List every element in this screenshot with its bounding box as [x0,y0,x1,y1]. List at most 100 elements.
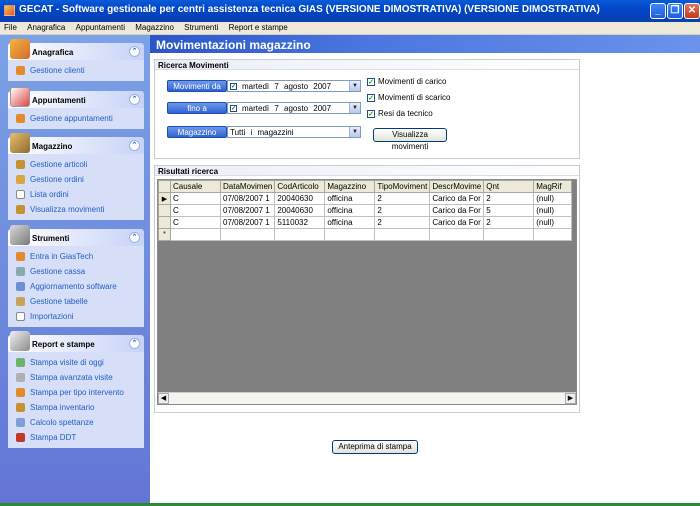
chevron-down-icon[interactable]: ▼ [349,103,360,113]
checkbox-checked-icon[interactable]: ✓ [367,110,375,118]
table-cell[interactable]: officina [324,204,376,217]
column-header[interactable]: CodArticolo [274,180,326,193]
column-header[interactable]: Causale [170,180,221,193]
checkbox-checked-icon[interactable]: ✓ [367,78,375,86]
table-cell[interactable]: 2 [374,204,431,217]
table-cell[interactable] [170,228,221,241]
table-cell[interactable] [483,228,535,241]
table-cell[interactable]: 5110032 [274,216,326,229]
sidebar-item-importazioni[interactable]: Importazioni [8,309,144,324]
table-cell[interactable]: C [170,204,221,217]
anteprima-stampa-button[interactable]: Anteprima di stampa [332,440,418,454]
table-cell[interactable] [274,228,326,241]
column-header[interactable]: DataMovimen [219,180,276,193]
table-cell[interactable]: (null) [533,204,573,217]
visualizza-movimenti-button[interactable]: Visualizza movimenti [373,128,447,151]
collapse-icon[interactable]: ⌃ [129,140,140,151]
menu-magazzino[interactable]: Magazzino [131,22,178,33]
horizontal-scrollbar[interactable]: ◀ ▶ [158,392,576,404]
to-date-picker[interactable]: ✓ martedì 7 agosto 2007 ▼ [227,102,361,114]
group-header-magazzino[interactable]: Magazzino ⌃ [8,133,144,154]
sidebar-item-lista-ordini[interactable]: Lista ordini [8,187,144,202]
table-row[interactable]: C 07/08/2007 1 5110032 officina 2 Carico… [158,216,573,229]
from-date-checkbox[interactable]: ✓ [230,83,237,90]
to-date-button[interactable]: fino a [167,102,227,114]
table-cell[interactable]: 2 [374,216,431,229]
sidebar-item-entra-giastech[interactable]: Entra in GiasTech [8,249,144,264]
collapse-icon[interactable]: ⌃ [129,338,140,349]
table-cell[interactable] [429,228,485,241]
sidebar-item-gestione-cassa[interactable]: Gestione cassa [8,264,144,279]
table-cell[interactable]: 2 [483,192,535,205]
table-cell[interactable]: 07/08/2007 1 [219,192,276,205]
column-header[interactable]: DescrMovime [429,180,485,193]
table-cell[interactable]: 20040630 [274,204,326,217]
collapse-icon[interactable]: ⌃ [129,94,140,105]
menu-anagrafica[interactable]: Anagrafica [23,22,69,33]
sidebar-item-stampa-avanzata-visite[interactable]: Stampa avanzata visite [8,370,144,385]
table-cell[interactable]: Carico da For [429,192,485,205]
from-date-button[interactable]: Movimenti da [167,80,227,92]
table-cell[interactable] [324,228,376,241]
table-cell[interactable] [374,228,431,241]
sidebar-item-stampa-visite-oggi[interactable]: Stampa visite di oggi [8,355,144,370]
sidebar-item-gestione-articoli[interactable]: Gestione articoli [8,157,144,172]
checkbox-checked-icon[interactable]: ✓ [367,94,375,102]
sidebar-item-gestione-clienti[interactable]: Gestione clienti [8,63,144,78]
table-cell[interactable]: 5 [483,204,535,217]
from-date-picker[interactable]: ✓ martedì 7 agosto 2007 ▼ [227,80,361,92]
group-header-strumenti[interactable]: Strumenti ⌃ [8,225,144,246]
close-button[interactable]: ✕ [684,3,700,19]
column-header[interactable]: TipoMoviment [374,180,431,193]
sidebar-item-gestione-ordini[interactable]: Gestione ordini [8,172,144,187]
sidebar-item-stampa-tipo-intervento[interactable]: Stampa per tipo intervento [8,385,144,400]
collapse-icon[interactable]: ⌃ [129,46,140,57]
sidebar-item-stampa-ddt[interactable]: Stampa DDT [8,430,144,445]
menu-appuntamenti[interactable]: Appuntamenti [72,22,129,33]
sidebar-item-stampa-inventario[interactable]: Stampa inventario [8,400,144,415]
chevron-down-icon[interactable]: ▼ [349,81,360,91]
column-header[interactable]: MagRif [533,180,573,193]
table-row[interactable]: C 07/08/2007 1 20040630 officina 2 Caric… [158,204,573,217]
table-cell[interactable]: Carico da For [429,216,485,229]
table-cell[interactable]: 2 [374,192,431,205]
collapse-icon[interactable]: ⌃ [129,232,140,243]
table-cell[interactable]: officina [324,192,376,205]
table-cell[interactable]: C [170,216,221,229]
sidebar-item-calcolo-spettanze[interactable]: Calcolo spettanze [8,415,144,430]
sidebar-item-gestione-tabelle[interactable]: Gestione tabelle [8,294,144,309]
results-grid[interactable]: Causale DataMovimen CodArticolo Magazzin… [157,179,577,405]
table-row[interactable]: ▶ C 07/08/2007 1 20040630 officina 2 Car… [158,192,573,205]
column-header[interactable]: Magazzino [324,180,376,193]
menu-strumenti[interactable]: Strumenti [180,22,222,33]
menu-file[interactable]: File [0,22,21,33]
table-cell[interactable]: C [170,192,221,205]
minimize-button[interactable]: _ [650,3,666,19]
table-cell[interactable]: (null) [533,216,573,229]
group-header-report-stampe[interactable]: Report e stampe ⌃ [8,331,144,352]
group-header-anagrafica[interactable]: Anagrafica ⌃ [8,39,144,60]
table-cell[interactable]: officina [324,216,376,229]
sidebar-item-visualizza-movimenti[interactable]: Visualizza movimenti [8,202,144,217]
sidebar-item-gestione-appuntamenti[interactable]: Gestione appuntamenti [8,111,144,126]
table-cell[interactable]: (null) [533,192,573,205]
new-row[interactable]: * [158,228,573,241]
maximize-button[interactable]: ❐ [667,3,683,19]
sidebar-item-aggiornamento-software[interactable]: Aggiornamento software [8,279,144,294]
table-cell[interactable] [533,228,573,241]
scroll-left-icon[interactable]: ◀ [158,393,169,404]
group-header-appuntamenti[interactable]: Appuntamenti ⌃ [8,87,144,108]
to-date-checkbox[interactable]: ✓ [230,105,237,112]
table-cell[interactable]: 07/08/2007 1 [219,204,276,217]
table-cell[interactable] [219,228,276,241]
warehouse-button[interactable]: Magazzino [167,126,227,138]
table-cell[interactable]: 2 [483,216,535,229]
menu-report[interactable]: Report e stampe [225,22,292,33]
chevron-down-icon[interactable]: ▼ [349,127,360,137]
warehouse-select[interactable]: Tutti i magazzini ▼ [227,126,361,138]
table-cell[interactable]: 07/08/2007 1 [219,216,276,229]
table-cell[interactable]: 20040630 [274,192,326,205]
table-cell[interactable]: Carico da For [429,204,485,217]
scroll-right-icon[interactable]: ▶ [565,393,576,404]
column-header[interactable]: Qnt [483,180,535,193]
